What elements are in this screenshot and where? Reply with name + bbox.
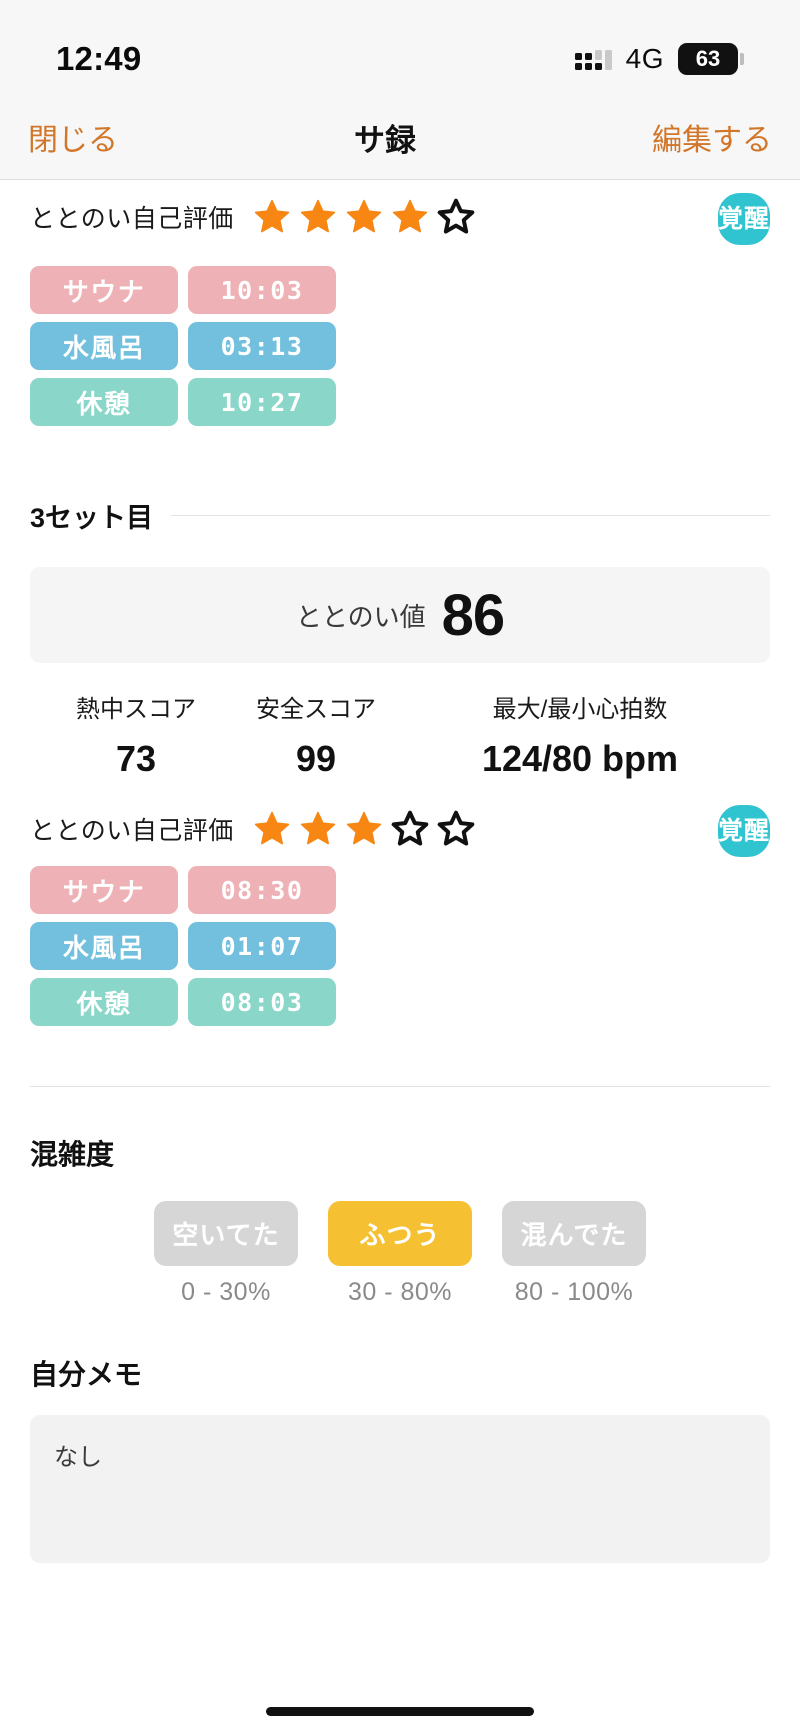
- previous-set-chips: サウナ 10:03 水風呂 03:13 休憩 10:27: [0, 244, 800, 426]
- crowding-option-range: 30 - 80%: [347, 1278, 453, 1306]
- metric-label: 安全スコア: [256, 696, 376, 723]
- totonoi-score-card: ととのい値 86: [30, 567, 770, 663]
- timing-chip-duration: 10:03: [188, 266, 336, 314]
- crowding-option[interactable]: ふつう 30 - 80%: [328, 1201, 472, 1307]
- state-badge[interactable]: 覚醒: [717, 193, 770, 245]
- crowding-option[interactable]: 混んでた 80 - 100%: [502, 1201, 646, 1307]
- edit-button[interactable]: 編集する: [652, 115, 772, 159]
- memo-textarea[interactable]: なし: [30, 1415, 770, 1563]
- crowding-title: 混雑度: [30, 1139, 115, 1170]
- crowding-option-pill[interactable]: ふつう: [328, 1201, 472, 1266]
- set3-metrics: 熱中スコア 73 安全スコア 99 最大/最小心拍数 124/80 bpm: [0, 663, 800, 780]
- crowding-option-pill[interactable]: 空いてた: [154, 1201, 298, 1266]
- network-type-label: 4G: [625, 42, 664, 74]
- timing-chip-duration: 08:03: [188, 978, 336, 1026]
- star-rating-set3[interactable]: [252, 809, 476, 849]
- crowding-options: 空いてた 0 - 30% ふつう 30 - 80% 混んでた 80 - 100%: [0, 1173, 800, 1307]
- app-screen: 12:49 4G 63 閉じる サ録 編集する ととのい自己評価 覚醒 サウナ …: [0, 0, 800, 1734]
- star-filled-icon[interactable]: [298, 197, 338, 237]
- status-bar: 12:49 4G 63: [0, 0, 800, 95]
- home-indicator-wrap: [0, 1707, 800, 1716]
- timing-chip-name: 休憩: [30, 978, 178, 1026]
- star-outline-icon[interactable]: [436, 809, 476, 849]
- star-filled-icon[interactable]: [252, 809, 292, 849]
- nav-bar: 閉じる サ録 編集する: [0, 95, 800, 180]
- status-time: 12:49: [56, 39, 142, 77]
- totonoi-score-label: ととのい値: [295, 601, 426, 632]
- timing-chip-row: サウナ 10:03: [30, 266, 770, 314]
- crowding-option[interactable]: 空いてた 0 - 30%: [154, 1201, 298, 1307]
- timing-chip-name: サウナ: [30, 866, 178, 914]
- metric-item: 熱中スコア 73: [46, 689, 226, 780]
- page-title: サ録: [354, 122, 416, 158]
- crowding-option-range: 80 - 100%: [514, 1278, 634, 1306]
- timing-chip-name: サウナ: [30, 266, 178, 314]
- home-indicator[interactable]: [266, 1707, 534, 1716]
- timing-chip-row: 水風呂 01:07: [30, 922, 770, 970]
- memo-title: 自分メモ: [30, 1359, 143, 1390]
- state-badge[interactable]: 覚醒: [717, 805, 770, 857]
- rating-label: ととのい自己評価: [30, 205, 234, 233]
- timing-chip-duration: 03:13: [188, 322, 336, 370]
- crowding-option-range: 0 - 30%: [181, 1278, 271, 1306]
- crowding-option-pill[interactable]: 混んでた: [502, 1201, 646, 1266]
- state-badge-wrap: 覚醒: [717, 193, 770, 245]
- metric-value: 124/80 bpm: [481, 738, 679, 779]
- timing-chip-name: 水風呂: [30, 322, 178, 370]
- metric-item: 安全スコア 99: [226, 689, 406, 780]
- set3-header: 3セット目: [0, 434, 800, 535]
- timing-chip-row: 水風呂 03:13: [30, 322, 770, 370]
- timing-chip-duration: 01:07: [188, 922, 336, 970]
- timing-chip-duration: 10:27: [188, 378, 336, 426]
- timing-chip-row: 休憩 08:03: [30, 978, 770, 1026]
- set3-rating-row: ととのい自己評価 覚醒: [0, 780, 800, 857]
- metric-label: 熱中スコア: [76, 696, 196, 723]
- star-filled-icon[interactable]: [344, 809, 384, 849]
- totonoi-score-value: 86: [441, 582, 506, 648]
- star-outline-icon[interactable]: [436, 197, 476, 237]
- content-scroll-area[interactable]: ととのい自己評価 覚醒 サウナ 10:03 水風呂 03:13 休憩 10:27 3セット…: [0, 180, 800, 1563]
- set3-divider: [171, 515, 770, 516]
- star-outline-icon[interactable]: [390, 809, 430, 849]
- status-indicators: 4G 63: [574, 42, 751, 75]
- metric-item: 最大/最小心拍数 124/80 bpm: [406, 689, 754, 780]
- metric-value: 99: [295, 738, 337, 779]
- star-filled-icon[interactable]: [252, 197, 292, 237]
- set3-chips: サウナ 08:30 水風呂 01:07 休憩 08:03: [0, 844, 800, 1026]
- star-filled-icon[interactable]: [298, 809, 338, 849]
- metric-value: 73: [115, 738, 157, 779]
- timing-chip-row: サウナ 08:30: [30, 866, 770, 914]
- battery-percent: 63: [695, 45, 721, 71]
- set3-title: 3セット目: [30, 503, 154, 533]
- timing-chip-duration: 08:30: [188, 866, 336, 914]
- star-filled-icon[interactable]: [344, 197, 384, 237]
- rating-label: ととのい自己評価: [30, 817, 234, 845]
- star-filled-icon[interactable]: [390, 197, 430, 237]
- close-button[interactable]: 閉じる: [28, 115, 118, 159]
- star-rating-previous[interactable]: [252, 197, 476, 237]
- previous-set-rating-row: ととのい自己評価 覚醒: [0, 180, 800, 245]
- timing-chip-row: 休憩 10:27: [30, 378, 770, 426]
- metric-label: 最大/最小心拍数: [492, 696, 668, 723]
- battery-icon: 63: [678, 42, 751, 75]
- timing-chip-name: 水風呂: [30, 922, 178, 970]
- state-badge-wrap: 覚醒: [717, 805, 770, 857]
- signal-dots-icon: [574, 48, 612, 70]
- timing-chip-name: 休憩: [30, 378, 178, 426]
